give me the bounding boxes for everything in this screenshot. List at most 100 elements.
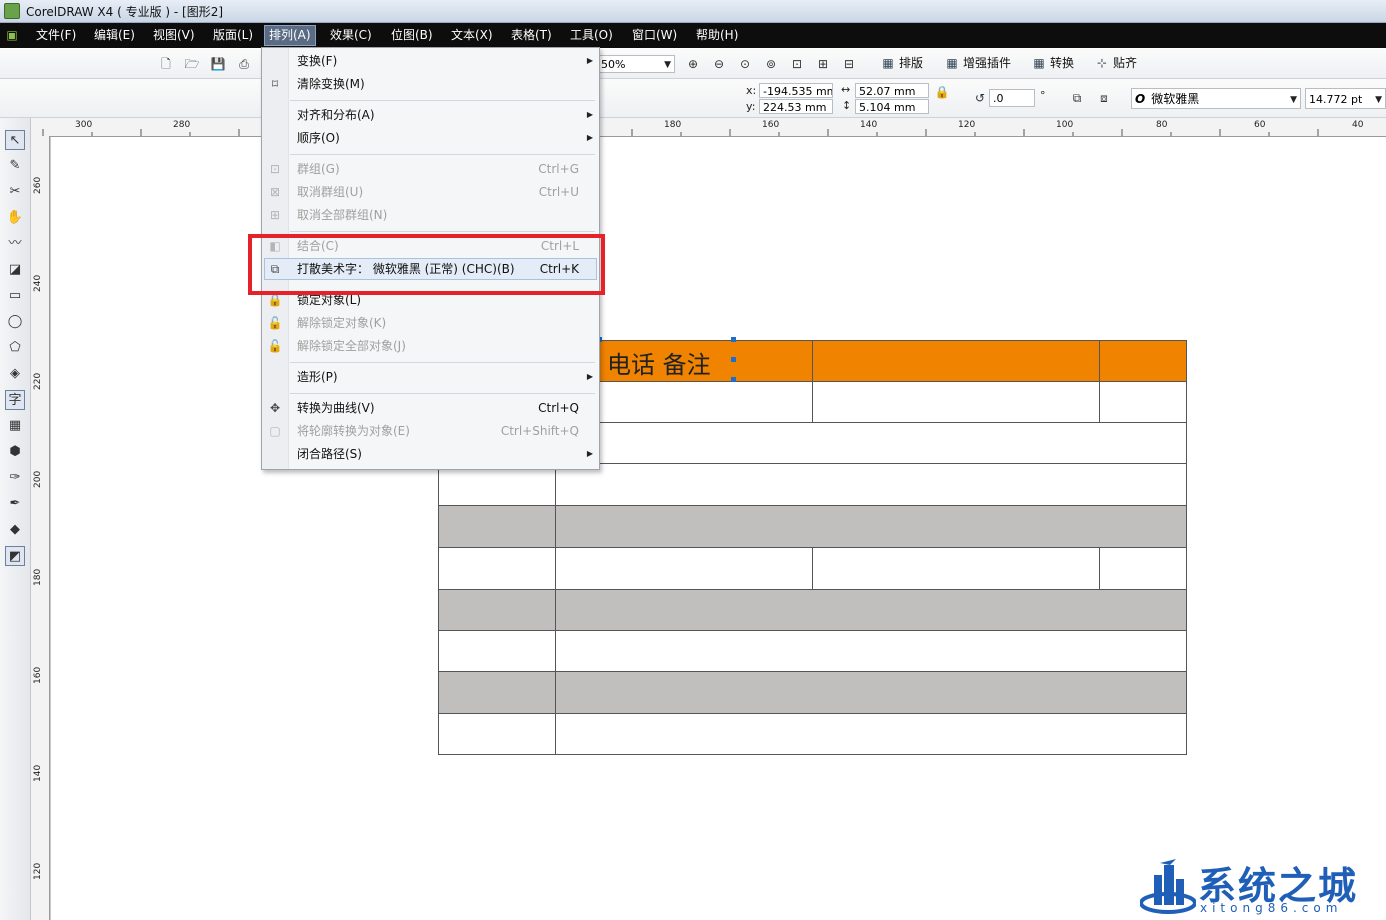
table-cell[interactable] [555,463,1187,506]
table-cell[interactable] [555,671,1187,714]
lock-ratio-icon[interactable]: 🔒 [934,84,950,100]
print-icon[interactable]: ⎙ [236,56,252,72]
menu-window[interactable]: 窗口(W) [628,27,681,44]
table-cell[interactable] [438,505,556,548]
plugin-snap-button[interactable]: ⊹ 贴齐 [1094,53,1137,73]
menu-effects[interactable]: 效果(C) [326,27,376,44]
menu-item-convert-to-curves[interactable]: 转换为曲线(V) [297,399,375,417]
rectangle-tool-icon[interactable]: ▭ [5,286,25,306]
crop-tool-icon[interactable]: ✂ [5,182,25,202]
zoom-in-icon[interactable]: ⊕ [685,56,701,72]
save-icon[interactable]: 💾 [210,56,226,72]
basic-shapes-tool-icon[interactable]: ◈ [5,364,25,384]
table-cell[interactable] [555,630,1187,672]
plugin-typeset-label: 排版 [899,56,924,70]
vertical-ruler[interactable]: 260 240 220 200 180 160 140 120 [31,136,50,920]
selection-handle[interactable] [731,357,736,362]
menu-view[interactable]: 视图(V) [149,27,199,44]
interactive-fill-tool-icon[interactable]: ◩ [5,546,25,566]
menu-item-order[interactable]: 顺序(O) [297,129,340,147]
selection-handle[interactable] [731,377,736,382]
table-cell[interactable] [1099,340,1187,382]
table-cell[interactable] [438,630,556,672]
menu-item-ungroup-all[interactable]: 取消全部群组(N) [297,206,387,224]
plugin-convert-button[interactable]: ▦ 转换 [1031,53,1074,73]
zoom-height-icon[interactable]: ⊟ [841,56,857,72]
table-cell[interactable] [1099,381,1187,423]
menu-item-ungroup[interactable]: 取消群组(U) [297,183,363,201]
fill-tool-icon[interactable]: ◆ [5,520,25,540]
table-cell[interactable] [812,381,1100,423]
menu-tools[interactable]: 工具(O) [566,27,617,44]
x-position-field[interactable]: -194.535 mm [759,83,833,98]
toolbox: ↖ ✎ ✂ ✋ 〰 ◪ ▭ ◯ ⬠ ◈ 字 ▦ ⬢ ✑ ✒ ◆ ◩ [0,118,31,920]
menu-item-shaping[interactable]: 造形(P) [297,368,338,386]
table-tool-icon[interactable]: ▦ [5,416,25,436]
object-height-field[interactable]: 5.104 mm [855,99,929,114]
menu-item-unlock-all[interactable]: 解除锁定全部对象(J) [297,337,406,355]
menu-bitmaps[interactable]: 位图(B) [387,27,437,44]
font-size-dropdown[interactable]: 14.772 pt ▼ [1305,88,1386,109]
menu-file[interactable]: 文件(F) [32,27,80,44]
zoom-selected-icon[interactable]: ⊙ [737,56,753,72]
eyedropper-tool-icon[interactable]: ✑ [5,468,25,488]
new-document-icon[interactable]: 🗋 [158,56,174,72]
menu-layout[interactable]: 版面(L) [209,27,257,44]
table-cell[interactable] [555,713,1187,755]
table-cell[interactable] [812,340,1100,382]
table-cell[interactable] [555,422,1187,464]
table-cell[interactable] [438,547,556,590]
table-cell[interactable] [555,547,813,590]
ellipse-tool-icon[interactable]: ◯ [5,312,25,332]
mirror-vertical-icon[interactable]: ⧈ [1096,90,1112,106]
menu-edit[interactable]: 编辑(E) [90,27,139,44]
menu-table[interactable]: 表格(T) [507,27,556,44]
table-cell[interactable] [438,589,556,631]
pan-tool-icon[interactable]: ✋ [5,208,25,228]
rotation-field[interactable]: .0 [989,89,1035,107]
smart-fill-tool-icon[interactable]: ◪ [5,260,25,280]
document-icon[interactable]: ▣ [4,27,20,43]
table-cell[interactable] [438,671,556,714]
font-family-dropdown[interactable]: O 微软雅黑 ▼ [1131,88,1301,109]
plugin-typeset-button[interactable]: ▦ 排版 [880,53,923,73]
menu-help[interactable]: 帮助(H) [692,27,742,44]
open-folder-icon[interactable]: 🗁 [184,56,200,72]
menu-item-outline-to-object[interactable]: 将轮廓转换为对象(E) [297,422,410,440]
menu-item-unlock-object[interactable]: 解除锁定对象(K) [297,314,386,332]
outline-pen-tool-icon[interactable]: ✒ [5,494,25,514]
menu-item-group[interactable]: 群组(G) [297,160,340,178]
table-cell[interactable] [1099,547,1187,590]
plugin-snap-label: 贴齐 [1113,56,1138,70]
menu-item-transform[interactable]: 变换(F) [297,52,337,70]
selected-artistic-text[interactable]: 电话 备注 [607,345,711,380]
menu-item-align-distribute[interactable]: 对齐和分布(A) [297,106,375,124]
plugin-enhance-button[interactable]: ▦ 增强插件 [944,53,1011,73]
zoom-out-icon[interactable]: ⊖ [711,56,727,72]
object-width-field[interactable]: 52.07 mm [855,83,929,98]
zoom-page-icon[interactable]: ⊡ [789,56,805,72]
table-cell[interactable] [438,713,556,755]
mirror-horizontal-icon[interactable]: ⧉ [1069,90,1085,106]
extrude-tool-icon[interactable]: ⬢ [5,442,25,462]
selection-handle[interactable] [731,337,736,342]
menu-item-close-path[interactable]: 闭合路径(S) [297,445,362,463]
freehand-tool-icon[interactable]: 〰 [5,234,25,254]
menu-item-clear-transform[interactable]: 清除变换(M) [297,75,365,93]
shape-tool-icon[interactable]: ✎ [5,156,25,176]
zoom-width-icon[interactable]: ⊞ [815,56,831,72]
pick-tool-icon[interactable]: ↖ [5,130,25,150]
zoom-all-icon[interactable]: ⊚ [763,56,779,72]
table-cell[interactable] [555,505,1187,548]
table-cell[interactable] [555,589,1187,631]
horizontal-ruler[interactable]: 300 280 180 160 140 120 100 80 60 40 [31,118,1386,137]
polygon-tool-icon[interactable]: ⬠ [5,338,25,358]
menu-arrange[interactable]: 排列(A) [264,25,316,46]
text-tool-icon[interactable]: 字 [5,390,25,410]
table-cell[interactable] [812,547,1100,590]
y-position-field[interactable]: 224.53 mm [759,99,833,114]
zoom-level-dropdown[interactable]: 50% ▼ [597,55,675,73]
menu-text[interactable]: 文本(X) [447,27,497,44]
submenu-arrow-icon: ▶ [586,372,593,381]
menu-separator [290,154,595,155]
